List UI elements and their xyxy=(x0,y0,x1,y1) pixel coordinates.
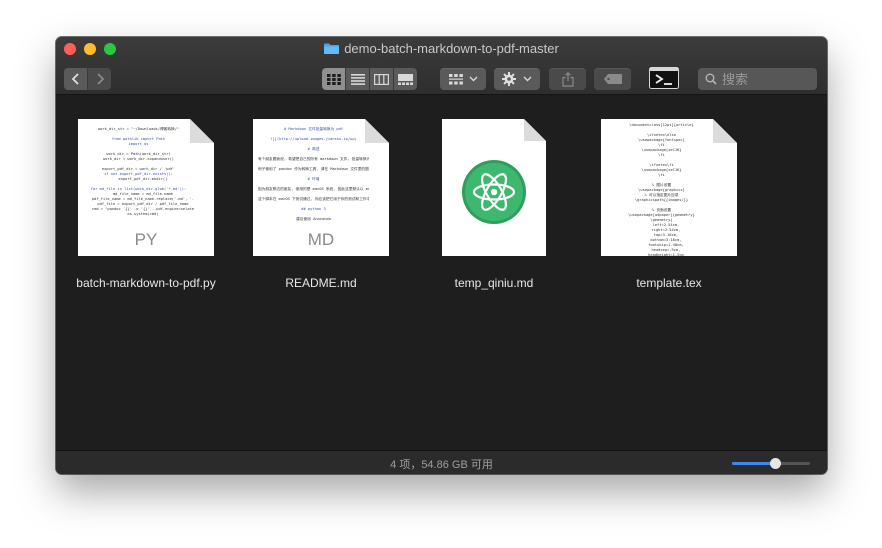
finder-window: demo-batch-markdown-to-pdf-master 搜索 wor… xyxy=(56,37,827,474)
file-item[interactable]: \documentclass[12pt]{article} \ifxetex\el… xyxy=(589,119,749,290)
file-item[interactable]: temp_qiniu.md xyxy=(414,119,574,290)
window-title-text: demo-batch-markdown-to-pdf-master xyxy=(344,41,559,56)
icon-size-slider-thumb[interactable] xyxy=(769,458,781,469)
navigation-group xyxy=(64,68,111,90)
back-button[interactable] xyxy=(64,68,88,90)
file-name[interactable]: temp_qiniu.md xyxy=(414,276,574,290)
search-input[interactable] xyxy=(722,71,808,87)
gallery-view-icon xyxy=(398,73,413,85)
status-bar: 4 项，54.86 GB 可用 xyxy=(56,450,827,474)
folder-icon xyxy=(324,43,340,54)
status-text: 4 项，54.86 GB 可用 xyxy=(390,459,493,471)
column-view-button[interactable] xyxy=(370,68,394,90)
list-view-button[interactable] xyxy=(346,68,370,90)
gallery-view-button[interactable] xyxy=(394,68,417,90)
search-field[interactable] xyxy=(698,68,817,90)
file-item[interactable]: work_dir_str = "~/Downloads/博客转换/" from p… xyxy=(66,119,226,290)
chevron-left-icon xyxy=(71,73,79,85)
tex-preview: \documentclass[12pt]{article} \ifxetex\el… xyxy=(606,123,717,258)
action-menu-button[interactable] xyxy=(494,68,540,90)
icon-view-button[interactable] xyxy=(322,68,346,90)
chevron-down-icon xyxy=(469,76,477,82)
chevron-right-icon xyxy=(96,73,104,85)
file-grid: work_dir_str = "~/Downloads/博客转换/" from p… xyxy=(56,95,827,450)
list-view-icon xyxy=(350,73,365,85)
view-mode-control xyxy=(322,68,417,90)
tag-button[interactable] xyxy=(594,68,631,90)
file-name[interactable]: README.md xyxy=(241,276,401,290)
file-extension-label: MD xyxy=(307,230,335,249)
code-preview: work_dir_str = "~/Downloads/博客转换/" from p… xyxy=(83,127,194,217)
file-thumbnail[interactable] xyxy=(442,119,546,256)
search-icon xyxy=(705,73,717,85)
share-icon xyxy=(561,71,574,87)
atom-app-icon xyxy=(462,160,526,224)
preview-line: headheight=1.5cm xyxy=(639,253,684,257)
preview-line: 因为朋友那边的朋友, 使用的是 macOS 系统, 因此这里默认以 macOS xyxy=(258,187,369,191)
file-thumbnail[interactable]: work_dir_str = "~/Downloads/博客转换/" from p… xyxy=(78,119,214,256)
preview-line: ![](http://upload-images.jianshu.io/up) xyxy=(270,137,357,141)
file-thumbnail[interactable]: # Markdown 文件批量转换为 pdf ![](http://upload-… xyxy=(253,119,389,256)
group-by-icon xyxy=(448,73,463,84)
preview-line: 建议使用 Anaconda xyxy=(296,217,331,221)
icon-view-icon xyxy=(326,73,341,85)
file-thumbnail[interactable]: \documentclass[12pt]{article} \ifxetex\el… xyxy=(601,119,737,258)
file-name[interactable]: batch-markdown-to-pdf.py xyxy=(66,276,226,290)
markdown-preview: # Markdown 文件批量转换为 pdf ![](http://upload-… xyxy=(258,127,369,222)
terminal-icon xyxy=(649,67,679,89)
window-title: demo-batch-markdown-to-pdf-master xyxy=(56,40,827,57)
preview-line: os.system(cmd) xyxy=(118,212,159,216)
terminal-button[interactable] xyxy=(649,67,679,89)
share-button[interactable] xyxy=(549,68,586,90)
icon-size-slider-fill xyxy=(732,462,775,465)
tag-icon xyxy=(603,74,622,84)
gear-icon xyxy=(502,72,516,86)
forward-button[interactable] xyxy=(88,68,111,90)
file-item[interactable]: # Markdown 文件批量转换为 pdf ![](http://upload-… xyxy=(241,119,401,290)
preview-line: work_dir_str = "~/Downloads/博客转换/" xyxy=(97,127,180,131)
preview-line: 这个脚本在 macOS 下测试通过, 你应该把它用于你的测试和工作中 xyxy=(258,197,369,201)
file-extension-label: PY xyxy=(134,230,158,249)
preview-line: 例子使用了 pandoc 作为转换工具, 请在 Markdown 文件里的图片 xyxy=(258,167,369,171)
icon-size-slider[interactable] xyxy=(732,458,810,469)
file-name[interactable]: template.tex xyxy=(589,276,749,290)
titlebar[interactable]: demo-batch-markdown-to-pdf-master xyxy=(56,37,827,95)
preview-line: 有个朋友跟我说, 希望把自己的所有 markdown 文件, 批量转换为 pdf xyxy=(258,157,369,161)
column-view-icon xyxy=(374,73,389,85)
chevron-down-icon xyxy=(523,76,532,82)
group-by-button[interactable] xyxy=(440,68,486,90)
